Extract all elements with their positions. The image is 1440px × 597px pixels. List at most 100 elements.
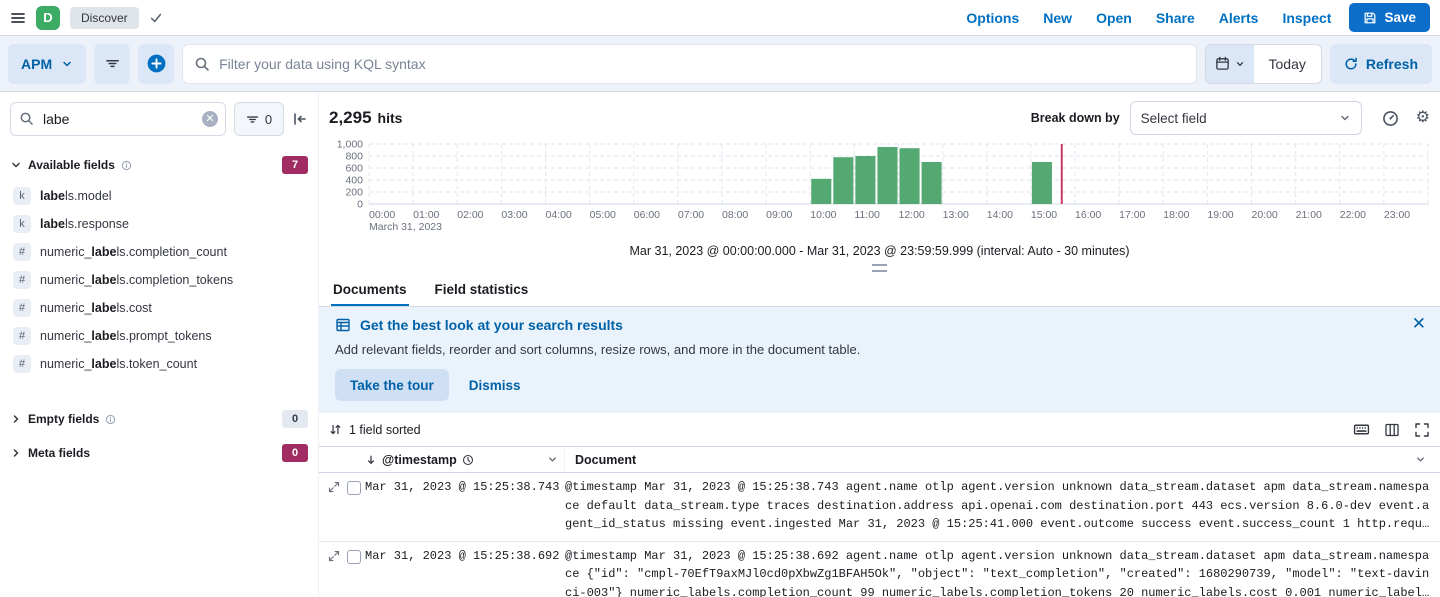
column-menu-icon[interactable] (1415, 454, 1426, 465)
svg-text:06:00: 06:00 (634, 209, 660, 221)
discover-app: D Discover Options New Open Share Alerts Insp… (0, 0, 1440, 597)
available-fields-header[interactable]: Available fields 7 (10, 156, 308, 174)
header-timestamp-column[interactable]: @timestamp (365, 447, 565, 472)
select-row-checkbox[interactable] (347, 481, 361, 495)
svg-text:17:00: 17:00 (1119, 209, 1145, 221)
field-item-labels.response[interactable]: klabels.response (10, 210, 308, 238)
available-fields-label: Available fields (28, 158, 115, 172)
sort-descending-icon (365, 454, 377, 466)
data-view-label: APM (21, 56, 52, 72)
field-name: numeric_labels.completion_count (40, 245, 227, 259)
nav-new[interactable]: New (1043, 10, 1072, 26)
number-type-icon: # (13, 355, 31, 373)
svg-text:800: 800 (345, 151, 363, 163)
field-search-input[interactable] (10, 102, 226, 136)
svg-text:14:00: 14:00 (987, 209, 1013, 221)
kql-search-input[interactable] (183, 45, 1195, 83)
sort-fields-icon[interactable] (329, 423, 342, 436)
breadcrumb-discover[interactable]: Discover (70, 7, 139, 29)
nav-inspect[interactable]: Inspect (1282, 10, 1331, 26)
svg-text:18:00: 18:00 (1163, 209, 1189, 221)
collapse-sidebar-icon[interactable] (292, 111, 308, 127)
row-document-text[interactable]: @timestamp Mar 31, 2023 @ 15:25:38.743 a… (565, 478, 1440, 534)
calendar-button[interactable] (1206, 45, 1254, 83)
breakdown-select[interactable]: Select field (1130, 101, 1362, 135)
field-item-numeric_labels.completion_count[interactable]: #numeric_labels.completion_count (10, 238, 308, 266)
expand-document-icon[interactable] (328, 481, 340, 493)
empty-fields-count-badge: 0 (282, 410, 308, 428)
chart-time-range-caption: Mar 31, 2023 @ 00:00:00.000 - Mar 31, 20… (319, 244, 1440, 258)
discover-main: 2,295 hits Break down by Select field ⚙ (318, 92, 1440, 597)
plus-circle-icon (147, 54, 166, 73)
add-filter-button[interactable] (138, 44, 174, 84)
save-label: Save (1384, 10, 1416, 25)
svg-text:11:00: 11:00 (854, 209, 880, 221)
svg-text:15:00: 15:00 (1031, 209, 1057, 221)
dismiss-link[interactable]: Dismiss (469, 378, 521, 393)
field-item-numeric_labels.prompt_tokens[interactable]: #numeric_labels.prompt_tokens (10, 322, 308, 350)
gear-icon[interactable]: ⚙ (1416, 110, 1430, 126)
svg-text:22:00: 22:00 (1340, 209, 1366, 221)
chart-options-icon[interactable] (1382, 110, 1399, 127)
clear-search-icon[interactable]: ✕ (202, 111, 218, 127)
query-bar: APM Today Refresh (0, 36, 1440, 92)
svg-text:07:00: 07:00 (678, 209, 704, 221)
nav-options[interactable]: Options (966, 10, 1019, 26)
date-range-label[interactable]: Today (1254, 45, 1321, 83)
field-item-numeric_labels.completion_tokens[interactable]: #numeric_labels.completion_tokens (10, 266, 308, 294)
select-row-checkbox[interactable] (347, 550, 361, 564)
clock-icon (462, 454, 474, 466)
save-button[interactable]: Save (1349, 3, 1430, 32)
nav-share[interactable]: Share (1156, 10, 1195, 26)
chevron-down-icon (61, 58, 73, 70)
header-document-column[interactable]: Document (565, 453, 1440, 467)
keyboard-shortcuts-icon[interactable] (1353, 421, 1370, 438)
field-search-box: ✕ (10, 102, 226, 136)
callout-body: Add relevant fields, reorder and sort co… (335, 342, 1424, 357)
svg-text:03:00: 03:00 (501, 209, 527, 221)
number-type-icon: # (13, 271, 31, 289)
nav-alerts[interactable]: Alerts (1219, 10, 1259, 26)
empty-fields-group[interactable]: Empty fields 0 (10, 410, 308, 428)
row-document-text[interactable]: @timestamp Mar 31, 2023 @ 15:25:38.692 a… (565, 547, 1440, 597)
column-menu-icon[interactable] (547, 454, 558, 465)
space-avatar[interactable]: D (36, 6, 60, 30)
row-timestamp: Mar 31, 2023 @ 15:25:38.743 (365, 478, 565, 534)
filter-icon (105, 56, 120, 71)
histogram-chart[interactable]: 02004006008001,00000:0001:0002:0003:0004… (319, 136, 1440, 236)
hamburger-menu-icon[interactable] (10, 10, 26, 26)
svg-text:01:00: 01:00 (413, 209, 439, 221)
expand-document-icon[interactable] (328, 550, 340, 562)
chevron-down-icon (1339, 112, 1351, 124)
data-view-picker[interactable]: APM (8, 44, 86, 84)
callout-close-icon[interactable]: ✕ (1412, 315, 1426, 332)
refresh-button[interactable]: Refresh (1330, 44, 1432, 84)
breakdown-value: Select field (1141, 111, 1207, 126)
field-item-labels.model[interactable]: klabels.model (10, 182, 308, 210)
svg-text:09:00: 09:00 (766, 209, 792, 221)
filter-fields-button[interactable] (94, 44, 130, 84)
tour-callout: Get the best look at your search results… (319, 307, 1440, 413)
sorted-fields-label[interactable]: 1 field sorted (349, 423, 421, 437)
check-icon[interactable] (149, 11, 163, 25)
tab-documents[interactable]: Documents (331, 274, 409, 306)
field-item-numeric_labels.token_count[interactable]: #numeric_labels.token_count (10, 350, 308, 378)
tab-field-statistics[interactable]: Field statistics (433, 274, 531, 306)
display-options-icon[interactable] (1384, 422, 1400, 438)
table-row: Mar 31, 2023 @ 15:25:38.743@timestamp Ma… (319, 473, 1440, 542)
svg-text:08:00: 08:00 (722, 209, 748, 221)
breakdown-label: Break down by (1031, 111, 1120, 125)
nav-open[interactable]: Open (1096, 10, 1132, 26)
svg-text:05:00: 05:00 (590, 209, 616, 221)
meta-fields-group[interactable]: Meta fields 0 (10, 444, 308, 462)
fields-list: klabels.modelklabels.response#numeric_la… (10, 182, 308, 378)
filter-icon (246, 113, 259, 126)
take-tour-button[interactable]: Take the tour (335, 369, 449, 401)
fullscreen-icon[interactable] (1414, 422, 1430, 438)
table-icon (335, 317, 351, 333)
field-filter-count-button[interactable]: 0 (234, 102, 284, 136)
chevron-right-icon (10, 447, 22, 459)
chart-resize-handle[interactable] (872, 264, 887, 272)
field-item-numeric_labels.cost[interactable]: #numeric_labels.cost (10, 294, 308, 322)
histogram-svg: 02004006008001,00000:0001:0002:0003:0004… (327, 140, 1432, 236)
